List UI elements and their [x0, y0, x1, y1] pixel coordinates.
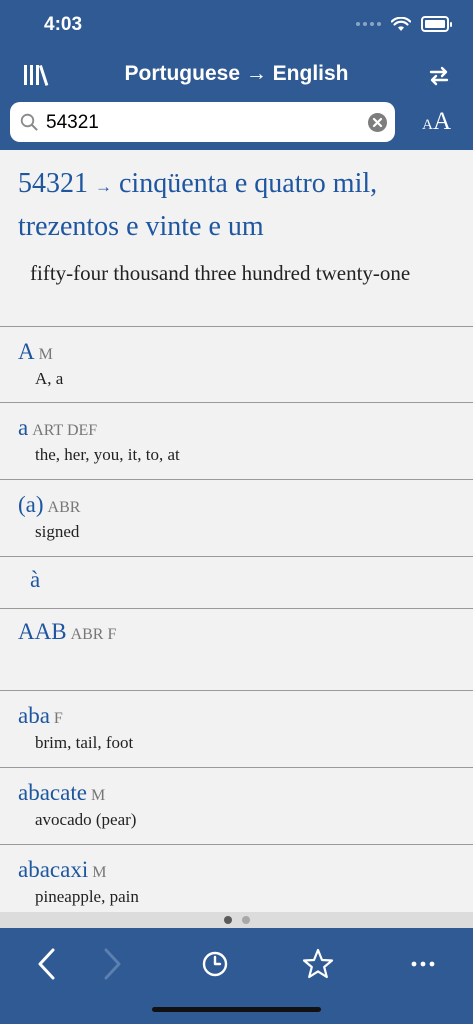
translation: brim, tail, foot [35, 733, 134, 752]
search-input[interactable] [44, 106, 368, 140]
list-item[interactable]: abacaxi M pineapple, pain [0, 845, 473, 912]
page-indicator[interactable] [0, 912, 473, 928]
top-bar: 4:03 Portuguese → English AA [0, 0, 473, 150]
headword: AAB [18, 619, 67, 644]
top-result-term: 54321 [18, 168, 88, 199]
headword: a [18, 415, 29, 440]
part-of-speech: F [53, 710, 63, 727]
chevron-left-icon[interactable] [30, 946, 66, 982]
part-of-speech: M [90, 787, 106, 804]
more-icon[interactable] [405, 946, 441, 982]
translation: avocado (pear) [35, 810, 137, 829]
signal-icon [356, 22, 381, 26]
list-item[interactable]: (a) ABR signed [0, 480, 473, 557]
arrow-icon: → [95, 177, 112, 196]
font-size-large-label: A [432, 108, 451, 135]
headword: aba [18, 703, 50, 728]
chevron-right-icon[interactable] [93, 946, 129, 982]
list-item[interactable]: A M A, a [0, 327, 473, 403]
list-item[interactable]: à [0, 557, 473, 609]
wifi-icon [391, 16, 411, 31]
search-icon [20, 113, 38, 131]
part-of-speech: M [92, 864, 107, 881]
list-item[interactable]: a ART DEF the, her, you, it, to, at [0, 403, 473, 480]
list-item[interactable]: abacate M avocado (pear) [0, 768, 473, 845]
headword: abacaxi [18, 857, 89, 882]
page-dot [223, 916, 232, 924]
battery-icon [421, 16, 452, 32]
part-of-speech: ABR F [70, 626, 117, 643]
list-item[interactable]: aba F brim, tail, foot [0, 691, 473, 768]
translation: signed [35, 522, 80, 541]
results-list: 54321 → cinqüenta e quatro mil, trezento… [0, 150, 473, 912]
headword: abacate [18, 780, 87, 805]
star-icon[interactable] [300, 946, 336, 982]
translation: the, her, you, it, to, at [35, 445, 180, 464]
part-of-speech: ABR [47, 499, 81, 516]
headword: (a) [18, 492, 44, 517]
part-of-speech: ART DEF [32, 422, 98, 439]
page-dot [241, 916, 250, 924]
status-time: 4:03 [44, 14, 83, 35]
search-bar [10, 102, 395, 142]
translation: A, a [35, 369, 64, 388]
headword: à [30, 567, 41, 592]
top-result-heading: 54321 → cinqüenta e quatro mil, trezento… [18, 164, 473, 247]
clear-search-icon[interactable] [368, 113, 387, 132]
page-title: Portuguese → English [124, 62, 349, 85]
home-indicator [152, 1007, 321, 1012]
status-indicators [356, 16, 452, 32]
clock-icon[interactable] [197, 946, 233, 982]
part-of-speech: M [38, 346, 53, 363]
list-item[interactable]: AAB ABR F [0, 609, 473, 691]
translation: pineapple, pain [35, 887, 139, 906]
top-result[interactable]: 54321 → cinqüenta e quatro mil, trezento… [0, 150, 473, 327]
top-result-english: fifty-four thousand three hundred twenty… [30, 261, 411, 285]
font-size-button[interactable]: AA [422, 108, 451, 136]
font-size-small-label: A [422, 117, 433, 133]
swap-languages-icon[interactable] [427, 64, 451, 88]
headword: A [18, 339, 35, 364]
